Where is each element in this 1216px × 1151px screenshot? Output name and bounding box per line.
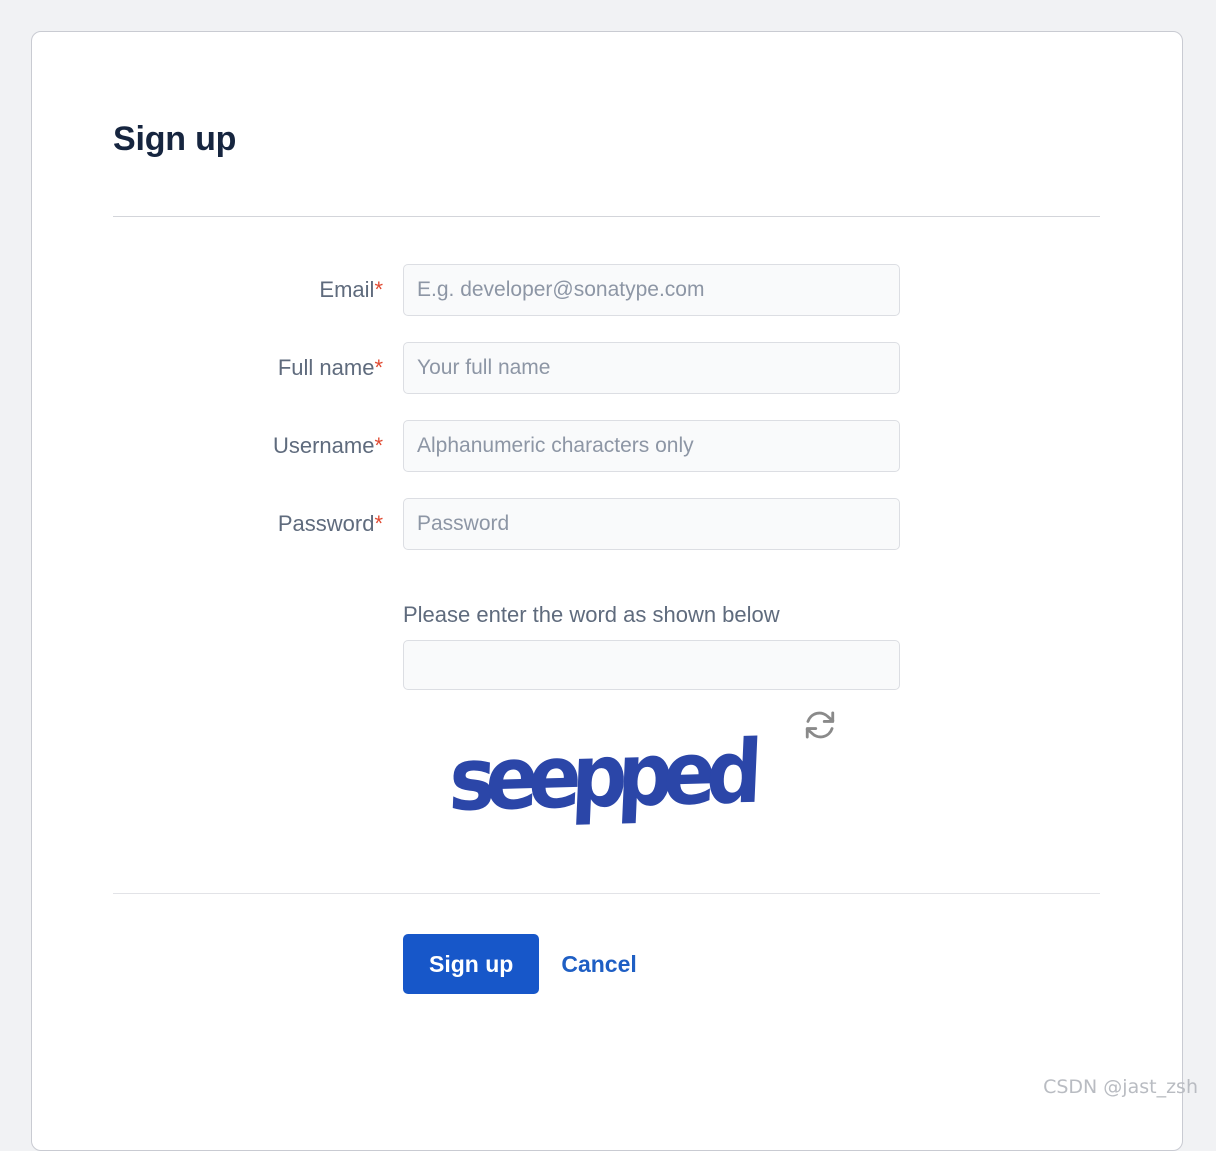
- captcha-word-image: seepped: [447, 722, 755, 832]
- signup-card: Sign up Email* Full name* Username* Pass…: [31, 31, 1183, 1151]
- label-full-name-text: Full name: [277, 355, 375, 380]
- refresh-icon[interactable]: [803, 708, 837, 742]
- label-full-name: Full name*: [32, 355, 383, 381]
- cancel-link[interactable]: Cancel: [561, 951, 636, 978]
- label-password-text: Password: [277, 511, 375, 536]
- captcha-area: seepped: [403, 708, 903, 843]
- form-actions: Sign up Cancel: [403, 934, 637, 994]
- email-field[interactable]: [403, 264, 900, 316]
- label-username-text: Username: [272, 433, 375, 458]
- sign-up-button[interactable]: Sign up: [403, 934, 540, 994]
- divider-top: [113, 216, 1100, 217]
- label-email-text: Email: [319, 277, 375, 302]
- label-username: Username*: [32, 433, 383, 459]
- watermark: CSDN @jast_zsh: [1043, 1076, 1198, 1098]
- label-password: Password*: [32, 511, 383, 537]
- required-asterisk-password: *: [374, 511, 383, 536]
- captcha-prompt: Please enter the word as shown below: [403, 602, 780, 627]
- page-title: Sign up: [113, 120, 237, 158]
- form-row-username: Username*: [32, 420, 1182, 472]
- captcha-input[interactable]: [403, 640, 900, 690]
- full-name-field[interactable]: [403, 342, 900, 394]
- divider-bottom: [113, 893, 1100, 894]
- username-field[interactable]: [403, 420, 900, 472]
- required-asterisk-username: *: [374, 433, 383, 458]
- form-row-password: Password*: [32, 498, 1182, 550]
- form-row-full-name: Full name*: [32, 342, 1182, 394]
- required-asterisk-email: *: [374, 277, 383, 302]
- password-field[interactable]: [403, 498, 900, 550]
- label-email: Email*: [32, 277, 383, 303]
- form-row-email: Email*: [32, 264, 1182, 316]
- required-asterisk-full-name: *: [374, 355, 383, 380]
